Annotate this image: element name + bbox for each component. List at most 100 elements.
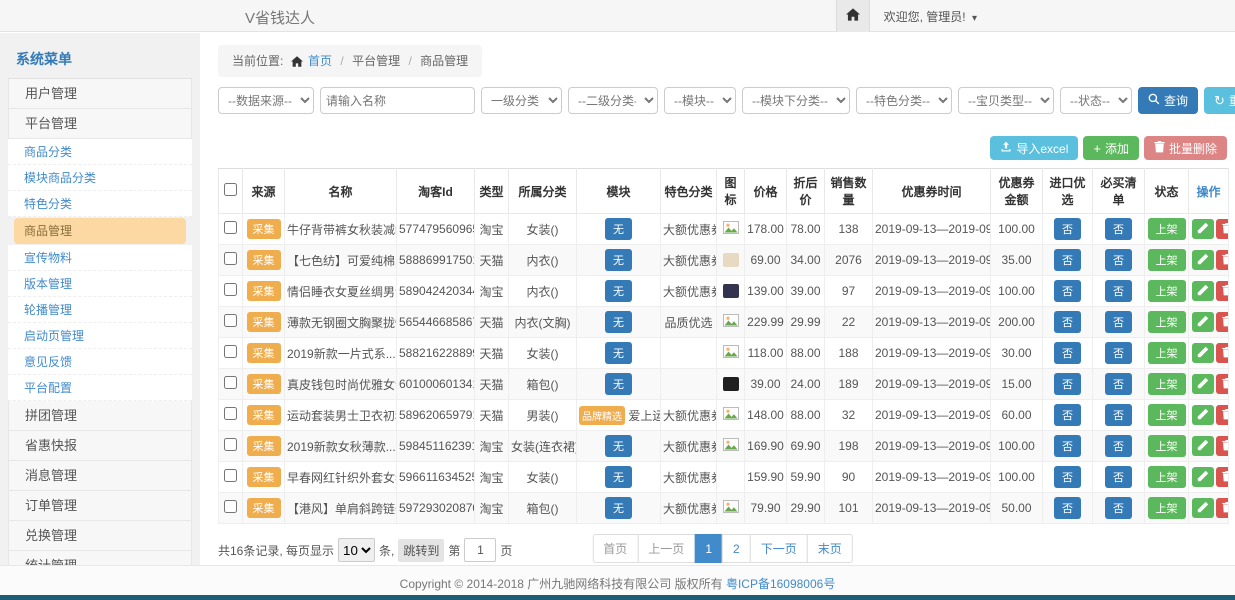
row-checkbox[interactable] (224, 469, 237, 482)
import-select-badge[interactable]: 否 (1054, 249, 1081, 271)
sidebar-item-特色分类[interactable]: 特色分类 (8, 191, 192, 217)
import-select-badge[interactable]: 否 (1054, 497, 1081, 519)
sidebar-item-启动页管理[interactable]: 启动页管理 (8, 323, 192, 349)
row-checkbox[interactable] (224, 252, 237, 265)
filter-select-item-type[interactable]: --宝贝类型-- (958, 87, 1054, 114)
delete-button[interactable] (1216, 405, 1229, 425)
status-button[interactable]: 上架 (1148, 497, 1186, 519)
page-button-下一页[interactable]: 下一页 (750, 534, 808, 563)
jump-page-input[interactable] (464, 538, 496, 562)
must-buy-badge[interactable]: 否 (1105, 373, 1132, 395)
must-buy-badge[interactable]: 否 (1105, 466, 1132, 488)
row-checkbox[interactable] (224, 500, 237, 513)
must-buy-badge[interactable]: 否 (1105, 404, 1132, 426)
row-checkbox[interactable] (224, 407, 237, 420)
delete-button[interactable] (1216, 312, 1229, 332)
sidebar-item-轮播管理[interactable]: 轮播管理 (8, 297, 192, 323)
edit-button[interactable] (1192, 405, 1214, 425)
page-button-首页[interactable]: 首页 (592, 534, 638, 563)
status-button[interactable]: 上架 (1148, 466, 1186, 488)
sidebar-item-消息管理[interactable]: 消息管理 (8, 461, 192, 491)
icp-link[interactable]: 粤ICP备16098006号 (726, 575, 835, 592)
delete-button[interactable] (1216, 250, 1229, 270)
breadcrumb-home-link[interactable]: 首页 (308, 54, 332, 68)
user-menu[interactable]: 欢迎您, 管理员! ▾ (884, 8, 977, 25)
filter-name-input[interactable] (320, 87, 475, 114)
batch-delete-button[interactable]: 批量删除 (1144, 136, 1227, 160)
page-button-上一页[interactable]: 上一页 (637, 534, 695, 563)
import-select-badge[interactable]: 否 (1054, 435, 1081, 457)
must-buy-badge[interactable]: 否 (1105, 249, 1132, 271)
must-buy-badge[interactable]: 否 (1105, 280, 1132, 302)
filter-select-status[interactable]: --状态-- (1060, 87, 1132, 114)
must-buy-badge[interactable]: 否 (1105, 342, 1132, 364)
import-select-badge[interactable]: 否 (1054, 218, 1081, 240)
sidebar-item-模块商品分类[interactable]: 模块商品分类 (8, 165, 192, 191)
home-button[interactable] (836, 0, 870, 32)
add-button[interactable]: + 添加 (1083, 136, 1139, 160)
sidebar-item-兑换管理[interactable]: 兑换管理 (8, 521, 192, 551)
must-buy-badge[interactable]: 否 (1105, 311, 1132, 333)
sidebar-item-宣传物料[interactable]: 宣传物料 (8, 245, 192, 271)
status-button[interactable]: 上架 (1148, 311, 1186, 333)
edit-button[interactable] (1192, 467, 1214, 487)
status-button[interactable]: 上架 (1148, 342, 1186, 364)
must-buy-badge[interactable]: 否 (1105, 218, 1132, 240)
status-button[interactable]: 上架 (1148, 404, 1186, 426)
delete-button[interactable] (1216, 219, 1229, 239)
select-all-checkbox[interactable] (224, 183, 237, 196)
import-select-badge[interactable]: 否 (1054, 466, 1081, 488)
page-size-select[interactable]: 10 (338, 538, 375, 562)
filter-select-data-source[interactable]: --数据来源-- (218, 87, 314, 114)
filter-select-level1-category[interactable]: 一级分类 (481, 87, 562, 114)
sidebar-item-统计管理[interactable]: 统计管理 (8, 551, 192, 565)
edit-button[interactable] (1192, 436, 1214, 456)
delete-button[interactable] (1216, 436, 1229, 456)
row-checkbox[interactable] (224, 345, 237, 358)
must-buy-badge[interactable]: 否 (1105, 435, 1132, 457)
sidebar-item-拼团管理[interactable]: 拼团管理 (8, 401, 192, 431)
delete-button[interactable] (1216, 343, 1229, 363)
edit-button[interactable] (1192, 219, 1214, 239)
row-checkbox[interactable] (224, 283, 237, 296)
jump-button[interactable]: 跳转到 (398, 539, 444, 562)
sidebar-item-商品分类[interactable]: 商品分类 (8, 139, 192, 165)
import-select-badge[interactable]: 否 (1054, 342, 1081, 364)
import-select-badge[interactable]: 否 (1054, 311, 1081, 333)
sidebar-item-订单管理[interactable]: 订单管理 (8, 491, 192, 521)
status-button[interactable]: 上架 (1148, 373, 1186, 395)
sidebar-item-版本管理[interactable]: 版本管理 (8, 271, 192, 297)
edit-button[interactable] (1192, 343, 1214, 363)
filter-select-module[interactable]: --模块-- (664, 87, 736, 114)
page-button-1[interactable]: 1 (694, 534, 723, 563)
row-checkbox[interactable] (224, 376, 237, 389)
search-button[interactable]: 查询 (1138, 87, 1198, 114)
page-button-末页[interactable]: 末页 (807, 534, 853, 563)
row-checkbox[interactable] (224, 314, 237, 327)
status-button[interactable]: 上架 (1148, 218, 1186, 240)
page-button-2[interactable]: 2 (722, 534, 751, 563)
row-checkbox[interactable] (224, 221, 237, 234)
edit-button[interactable] (1192, 281, 1214, 301)
delete-button[interactable] (1216, 281, 1229, 301)
delete-button[interactable] (1216, 467, 1229, 487)
delete-button[interactable] (1216, 498, 1229, 518)
filter-select-module-subcategory[interactable]: --模块下分类-- (742, 87, 850, 114)
edit-button[interactable] (1192, 498, 1214, 518)
status-button[interactable]: 上架 (1148, 280, 1186, 302)
filter-select-level2-category[interactable]: --二级分类-- (568, 87, 658, 114)
reset-button[interactable]: ↻ 重置 (1204, 87, 1235, 114)
status-button[interactable]: 上架 (1148, 435, 1186, 457)
row-checkbox[interactable] (224, 438, 237, 451)
import-select-badge[interactable]: 否 (1054, 404, 1081, 426)
edit-button[interactable] (1192, 312, 1214, 332)
sidebar-item-省惠快报[interactable]: 省惠快报 (8, 431, 192, 461)
status-button[interactable]: 上架 (1148, 249, 1186, 271)
import-select-badge[interactable]: 否 (1054, 280, 1081, 302)
sidebar-item-商品管理[interactable]: 商品管理 (14, 218, 186, 244)
sidebar-item-平台配置[interactable]: 平台配置 (8, 375, 192, 401)
import-excel-button[interactable]: 导入excel (990, 136, 1078, 160)
sidebar-item-用户管理[interactable]: 用户管理 (8, 79, 192, 109)
must-buy-badge[interactable]: 否 (1105, 497, 1132, 519)
delete-button[interactable] (1216, 374, 1229, 394)
